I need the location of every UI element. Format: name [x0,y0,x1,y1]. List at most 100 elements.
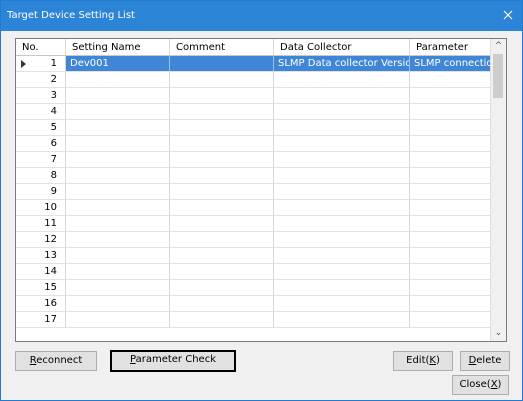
cell-data-collector[interactable] [274,184,410,200]
cell-parameter[interactable] [410,104,491,120]
cell-comment[interactable] [170,216,274,232]
cell-setting-name[interactable] [66,280,170,296]
cell-parameter[interactable] [410,88,491,104]
cell-setting-name[interactable] [66,88,170,104]
cell-data-collector[interactable] [274,136,410,152]
table-row[interactable]: 10 [16,200,506,216]
table-row[interactable]: 6 [16,136,506,152]
cell-no[interactable]: 3 [16,88,66,104]
cell-no[interactable]: 7 [16,152,66,168]
cell-comment[interactable] [170,184,274,200]
cell-data-collector[interactable] [274,168,410,184]
table-row[interactable]: 9 [16,184,506,200]
cell-data-collector[interactable] [274,248,410,264]
table-row[interactable]: 14 [16,264,506,280]
cell-parameter[interactable] [410,184,491,200]
cell-no[interactable]: 10 [16,200,66,216]
table-row[interactable]: 13 [16,248,506,264]
table-row[interactable]: 1 Dev001 SLMP Data collector Versio... SLMP… [16,56,506,72]
cell-parameter[interactable] [410,136,491,152]
scroll-up-icon[interactable]: ^ [494,42,503,51]
vertical-scrollbar[interactable]: ^ ⌄ [490,39,506,341]
cell-data-collector[interactable] [274,312,410,328]
cell-comment[interactable] [170,152,274,168]
table-row[interactable]: 3 [16,88,506,104]
parameter-check-button[interactable]: Parameter Check [110,350,236,372]
cell-parameter[interactable] [410,200,491,216]
cell-data-collector[interactable] [274,232,410,248]
cell-setting-name[interactable] [66,264,170,280]
cell-parameter[interactable] [410,296,491,312]
cell-parameter[interactable] [410,168,491,184]
title-bar[interactable]: Target Device Setting List [1,1,522,31]
table-row[interactable]: 16 [16,296,506,312]
cell-comment[interactable] [170,88,274,104]
cell-data-collector[interactable] [274,280,410,296]
cell-setting-name[interactable] [66,248,170,264]
cell-comment[interactable] [170,264,274,280]
cell-parameter[interactable] [410,216,491,232]
cell-comment[interactable] [170,296,274,312]
cell-comment[interactable] [170,248,274,264]
cell-no[interactable]: 12 [16,232,66,248]
cell-no[interactable]: 2 [16,72,66,88]
cell-data-collector[interactable] [274,264,410,280]
cell-parameter[interactable] [410,120,491,136]
cell-data-collector[interactable] [274,104,410,120]
col-header-no[interactable]: No. [16,39,66,56]
cell-setting-name[interactable] [66,168,170,184]
scroll-down-icon[interactable]: ⌄ [494,329,503,338]
cell-no[interactable]: 6 [16,136,66,152]
cell-no[interactable]: 4 [16,104,66,120]
cell-comment[interactable] [170,280,274,296]
cell-setting-name[interactable] [66,232,170,248]
close-icon[interactable] [500,7,516,23]
cell-no[interactable]: 17 [16,312,66,328]
edit-button[interactable]: Edit(K) [393,351,453,371]
cell-no[interactable]: 9 [16,184,66,200]
cell-comment[interactable] [170,168,274,184]
col-header-data-collector[interactable]: Data Collector [274,39,410,56]
cell-parameter[interactable] [410,152,491,168]
cell-comment[interactable] [170,72,274,88]
table-row[interactable]: 4 [16,104,506,120]
cell-parameter[interactable] [410,248,491,264]
cell-comment[interactable] [170,312,274,328]
cell-no[interactable]: 15 [16,280,66,296]
cell-setting-name[interactable] [66,152,170,168]
cell-setting-name[interactable] [66,120,170,136]
col-header-parameter[interactable]: Parameter [410,39,491,56]
cell-no[interactable]: 11 [16,216,66,232]
delete-button[interactable]: Delete [460,351,510,371]
table-row[interactable]: 17 [16,312,506,328]
cell-setting-name[interactable] [66,136,170,152]
table-row[interactable]: 11 [16,216,506,232]
cell-comment[interactable] [170,136,274,152]
cell-setting-name[interactable] [66,200,170,216]
cell-parameter[interactable]: SLMP connection ... [410,56,491,72]
cell-setting-name[interactable] [66,72,170,88]
cell-data-collector[interactable] [274,72,410,88]
col-header-setting-name[interactable]: Setting Name [66,39,170,56]
cell-data-collector[interactable] [274,296,410,312]
cell-data-collector[interactable] [274,152,410,168]
close-button[interactable]: Close(X) [452,375,509,395]
cell-comment[interactable] [170,200,274,216]
cell-setting-name[interactable] [66,312,170,328]
cell-no[interactable]: 14 [16,264,66,280]
cell-parameter[interactable] [410,264,491,280]
cell-parameter[interactable] [410,232,491,248]
cell-data-collector[interactable]: SLMP Data collector Versio... [274,56,410,72]
table-row[interactable]: 12 [16,232,506,248]
table-row[interactable]: 5 [16,120,506,136]
col-header-comment[interactable]: Comment [170,39,274,56]
cell-no[interactable]: 5 [16,120,66,136]
cell-data-collector[interactable] [274,88,410,104]
table-row[interactable]: 7 [16,152,506,168]
cell-setting-name[interactable]: Dev001 [66,56,170,72]
cell-comment[interactable] [170,104,274,120]
cell-data-collector[interactable] [274,120,410,136]
cell-comment[interactable] [170,120,274,136]
cell-parameter[interactable] [410,280,491,296]
cell-data-collector[interactable] [274,216,410,232]
